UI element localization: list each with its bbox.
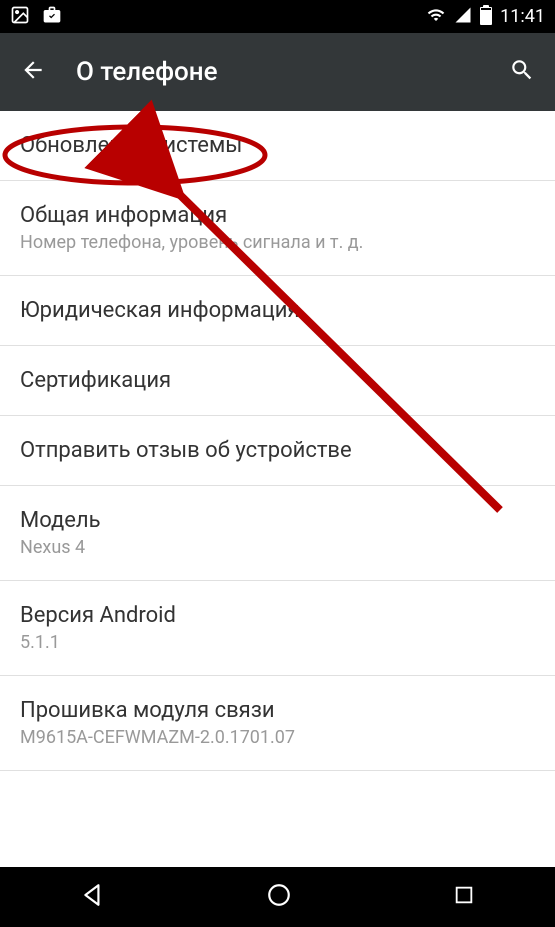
item-subtitle: Номер телефона, уровень сигнала и т. д. [20, 232, 535, 253]
status-time: 11:41 [500, 6, 545, 27]
search-icon[interactable] [509, 57, 535, 87]
list-item-legal-info[interactable]: Юридическая информация [0, 276, 555, 346]
item-title: Обновление системы [20, 133, 535, 158]
list-item-send-feedback[interactable]: Отправить отзыв об устройстве [0, 416, 555, 486]
item-subtitle: M9615A-CEFWMAZM-2.0.1701.07 [20, 727, 535, 748]
app-header: О телефоне [0, 33, 555, 111]
status-bar: 11:41 [0, 0, 555, 33]
settings-list: Обновление системы Общая информация Номе… [0, 111, 555, 771]
briefcase-icon [42, 5, 62, 29]
item-title: Общая информация [20, 203, 535, 228]
list-item-model[interactable]: Модель Nexus 4 [0, 486, 555, 581]
item-title: Сертификация [20, 368, 535, 393]
item-title: Отправить отзыв об устройстве [20, 438, 535, 463]
back-arrow-icon[interactable] [20, 57, 46, 87]
header-title: О телефоне [76, 57, 479, 87]
navigation-bar [0, 867, 555, 927]
list-item-certification[interactable]: Сертификация [0, 346, 555, 416]
battery-icon [480, 5, 492, 29]
item-subtitle: 5.1.1 [20, 632, 535, 653]
list-item-system-update[interactable]: Обновление системы [0, 111, 555, 181]
item-title: Версия Android [20, 603, 535, 628]
list-item-general-info[interactable]: Общая информация Номер телефона, уровень… [0, 181, 555, 276]
wifi-icon [426, 6, 446, 28]
item-title: Модель [20, 508, 535, 533]
signal-icon [454, 6, 472, 28]
image-icon [10, 5, 30, 29]
list-item-android-version[interactable]: Версия Android 5.1.1 [0, 581, 555, 676]
nav-home-icon[interactable] [266, 882, 292, 912]
item-title: Прошивка модуля связи [20, 698, 535, 723]
status-left-icons [10, 5, 62, 29]
item-subtitle: Nexus 4 [20, 537, 535, 558]
list-item-baseband-version[interactable]: Прошивка модуля связи M9615A-CEFWMAZM-2.… [0, 676, 555, 771]
item-title: Юридическая информация [20, 298, 535, 323]
nav-recent-icon[interactable] [453, 884, 475, 910]
nav-back-icon[interactable] [80, 882, 106, 912]
status-right-icons: 11:41 [426, 5, 545, 29]
